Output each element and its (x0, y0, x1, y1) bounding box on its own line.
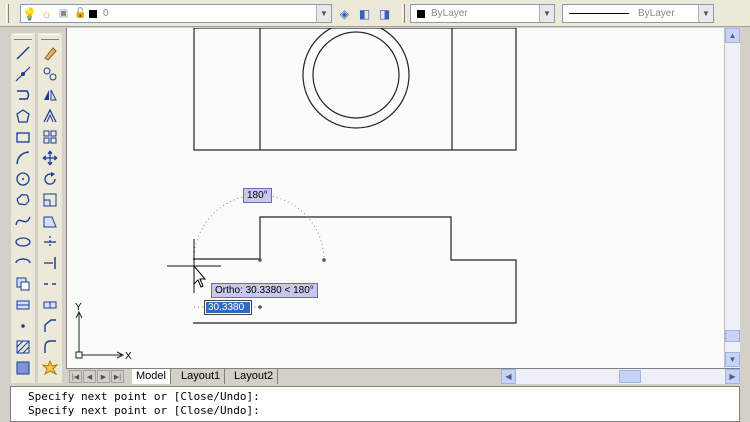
ellipse-arc-icon[interactable] (13, 253, 33, 273)
layer-on-bulb-icon: 💡 (22, 6, 37, 21)
insert-block-icon[interactable] (13, 274, 33, 294)
tab-layout1[interactable]: Layout1 (177, 369, 226, 384)
angle-arc (193, 194, 325, 261)
arc-center-marker (258, 258, 262, 262)
scroll-up-icon[interactable]: ▲ (725, 28, 740, 43)
layer-previous-icon[interactable]: ◧ (356, 5, 373, 22)
layer-combo[interactable]: 💡 ☼ ▣ 🔓 0 ▼ (20, 4, 332, 23)
layer-name: 0 (103, 8, 109, 19)
linetype-sample (569, 13, 629, 14)
linetype-value: ByLayer (638, 8, 675, 19)
angle-tooltip: 180° (243, 188, 272, 203)
make-block-icon[interactable] (13, 295, 33, 315)
vertical-scroll-thumb[interactable] (725, 330, 740, 342)
ortho-tooltip: Ortho: 30.3380 < 180° (211, 283, 318, 298)
tracking-end-marker (258, 305, 262, 309)
extend-icon[interactable] (40, 253, 60, 273)
join-icon[interactable] (40, 295, 60, 315)
drawing-geometry: Y X (75, 28, 517, 362)
move-icon[interactable] (40, 148, 60, 168)
toolbar-grip[interactable] (14, 34, 32, 40)
circle-icon[interactable] (13, 169, 33, 189)
tab-model[interactable]: Model (132, 369, 171, 384)
last-tab-icon[interactable]: ▶| (111, 370, 124, 383)
next-tab-icon[interactable]: ▶ (97, 370, 110, 383)
command-line[interactable]: Specify next point or [Close/Undo]: Spec… (10, 386, 740, 422)
chevron-down-icon[interactable]: ▼ (316, 5, 331, 22)
ucs-x-label: X (125, 351, 132, 362)
array-icon[interactable] (40, 127, 60, 147)
layer-color-swatch (89, 9, 97, 18)
color-combo[interactable]: ByLayer ▼ (410, 4, 555, 23)
linetype-combo[interactable]: ByLayer ▼ (562, 4, 714, 23)
dynamic-length-input[interactable]: 30.3380 (204, 300, 252, 315)
inner-circle (312, 31, 400, 119)
toolbar-grip[interactable] (6, 4, 9, 23)
chevron-down-icon[interactable]: ▼ (539, 5, 554, 22)
first-tab-icon[interactable]: |◀ (69, 370, 82, 383)
fillet-icon[interactable] (40, 337, 60, 357)
toolbar-grip[interactable] (402, 4, 405, 23)
ucs-icon (75, 310, 125, 359)
break-icon[interactable] (40, 274, 60, 294)
modify-toolbar (38, 33, 62, 383)
polyline-icon[interactable] (13, 85, 33, 105)
stretch-icon[interactable] (40, 211, 60, 231)
previous-tab-icon[interactable]: ◀ (83, 370, 96, 383)
line-icon[interactable] (13, 43, 33, 63)
drawing-canvas[interactable]: Y X 180° Ortho: 30.3380 < 180° 30.3380 (66, 28, 724, 368)
tab-layout2[interactable]: Layout2 (230, 369, 279, 384)
command-history-line: Specify next point or [Close/Undo]: (28, 390, 260, 403)
copy-icon[interactable] (40, 64, 60, 84)
color-swatch (417, 9, 425, 18)
chamfer-icon[interactable] (40, 316, 60, 336)
autocad-window: 💡 ☼ ▣ 🔓 0 ▼ ◈ ◧ ◨ ByLayer ▼ ByLayer ▼ Y … (0, 0, 750, 422)
spline-icon[interactable] (13, 211, 33, 231)
construction-line-icon[interactable] (13, 64, 33, 84)
revision-cloud-icon[interactable] (13, 190, 33, 210)
ucs-y-label: Y (75, 302, 82, 313)
explode-icon[interactable] (40, 358, 60, 378)
top-view-rectangle (193, 28, 517, 151)
rotate-icon[interactable] (40, 169, 60, 189)
chevron-down-icon[interactable]: ▼ (698, 5, 713, 22)
mirror-icon[interactable] (40, 85, 60, 105)
layout-tab-bar: |◀ ◀ ▶ ▶| Model Layout1 Layout2 ◀ ▶ (66, 368, 740, 384)
gradient-icon[interactable] (13, 358, 33, 378)
layer-viewport-icon: ▣ (58, 8, 69, 19)
ellipse-icon[interactable] (13, 232, 33, 252)
scroll-right-icon[interactable]: ▶ (725, 369, 740, 384)
horizontal-scrollbar[interactable]: ◀ ▶ (501, 369, 740, 384)
rectangle-icon[interactable] (13, 127, 33, 147)
outer-circle (302, 28, 410, 129)
layer-lock-icon: 🔓 (74, 8, 87, 19)
vertical-scrollbar[interactable]: ▲ ▼ (724, 28, 740, 368)
point-icon[interactable] (13, 316, 33, 336)
freeze-sun-icon: ☼ (41, 6, 52, 21)
scroll-left-icon[interactable]: ◀ (501, 369, 516, 384)
offset-icon[interactable] (40, 106, 60, 126)
dynamic-length-value: 30.3380 (206, 302, 250, 313)
command-prompt-line: Specify next point or [Close/Undo]: (28, 404, 260, 417)
trim-icon[interactable] (40, 232, 60, 252)
arrow-cursor (193, 264, 207, 288)
scroll-down-icon[interactable]: ▼ (725, 352, 740, 367)
polygon-icon[interactable] (13, 106, 33, 126)
draw-toolbar (11, 33, 35, 383)
color-value: ByLayer (431, 8, 468, 19)
arc-icon[interactable] (13, 148, 33, 168)
layer-states-icon[interactable]: ◨ (376, 5, 393, 22)
erase-icon[interactable] (40, 43, 60, 63)
toolbar-grip[interactable] (41, 34, 59, 40)
scale-icon[interactable] (40, 190, 60, 210)
make-object-layer-current-icon[interactable]: ◈ (336, 5, 353, 22)
arc-end-marker (322, 258, 326, 262)
properties-toolbar: 💡 ☼ ▣ 🔓 0 ▼ ◈ ◧ ◨ ByLayer ▼ ByLayer ▼ (0, 0, 750, 27)
hatch-icon[interactable] (13, 337, 33, 357)
horizontal-scroll-thumb[interactable] (619, 370, 641, 383)
